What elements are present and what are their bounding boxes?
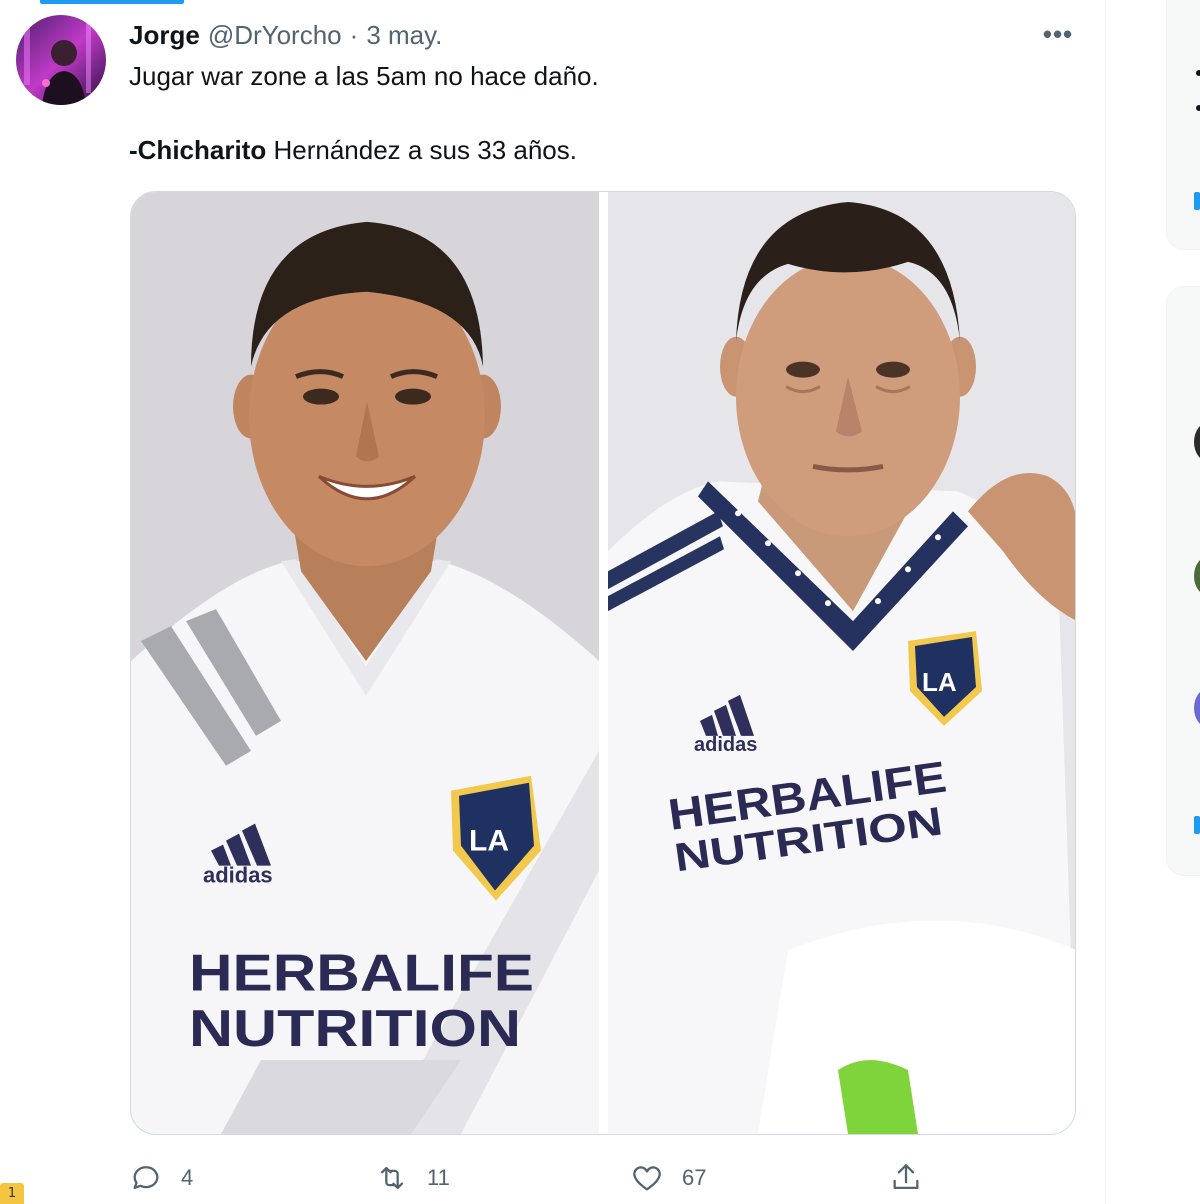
player-tired-photo: adidas LA HERBALIFE NUTRITION	[608, 192, 1075, 1134]
tweet-feed: Jorge @DrYorcho · 3 may. ••• Jugar war z…	[0, 0, 1106, 1204]
author-name[interactable]: Jorge	[129, 20, 200, 51]
corner-badge: 1	[0, 1183, 24, 1204]
tweet-text-rest: Hernández a sus 33 años.	[266, 135, 577, 165]
right-adidas-label: adidas	[694, 734, 757, 756]
tweet-actions: 4 11 67	[129, 1156, 929, 1200]
retweet-count: 11	[427, 1165, 450, 1190]
header-separator: ·	[349, 19, 359, 50]
tweet-header: Jorge @DrYorcho · 3 may.	[129, 18, 442, 52]
tweet-date[interactable]: 3 may.	[366, 20, 442, 51]
sidebar-fragment-dot	[1196, 105, 1200, 111]
more-options-icon[interactable]: •••	[1040, 18, 1076, 50]
reply-button[interactable]: 4	[129, 1156, 193, 1200]
author-handle[interactable]: @DrYorcho	[208, 20, 342, 51]
like-count: 67	[682, 1165, 707, 1190]
active-tab-indicator	[40, 0, 184, 4]
left-adidas-label: adidas	[203, 863, 273, 888]
heart-icon	[633, 1166, 661, 1191]
tweet-text: Jugar war zone a las 5am no hace daño. -…	[129, 58, 1079, 169]
tweet-text-line-2: -Chicharito Hernández a sus 33 años.	[129, 132, 1079, 169]
reply-icon	[133, 1166, 159, 1190]
reply-count: 4	[181, 1165, 194, 1190]
tweet-text-bold: -Chicharito	[129, 135, 267, 165]
left-sponsor-line-2: NUTRITION	[189, 1000, 521, 1058]
sidebar-fragment-link[interactable]	[1194, 192, 1200, 210]
player-smiling-photo: adidas LA HERBALIFE NUTRITION	[131, 192, 599, 1134]
share-button[interactable]	[889, 1156, 923, 1200]
avatar[interactable]	[16, 15, 106, 105]
sidebar-fragment-link[interactable]	[1194, 816, 1200, 834]
share-icon	[893, 1164, 919, 1190]
left-sponsor-line-1: HERBALIFE	[189, 944, 534, 1002]
retweet-icon	[380, 1166, 404, 1190]
right-photo[interactable]: adidas LA HERBALIFE NUTRITION	[608, 192, 1075, 1134]
right-crest-label: LA	[922, 667, 957, 697]
retweet-button[interactable]: 11	[375, 1156, 450, 1200]
sidebar-fragment-dot	[1196, 70, 1200, 76]
tweet-text-line-1: Jugar war zone a las 5am no hace daño.	[129, 61, 599, 91]
more-options-label: •••	[1042, 18, 1074, 49]
left-photo[interactable]: adidas LA HERBALIFE NUTRITION	[131, 192, 599, 1134]
sidebar-card-top	[1166, 0, 1200, 250]
like-button[interactable]: 67	[630, 1156, 706, 1200]
photo-divider	[599, 192, 608, 1134]
avatar-image	[16, 15, 106, 105]
tweet-media[interactable]: adidas LA HERBALIFE NUTRITION adidas LA …	[130, 191, 1076, 1135]
left-crest-label: LA	[469, 825, 509, 858]
